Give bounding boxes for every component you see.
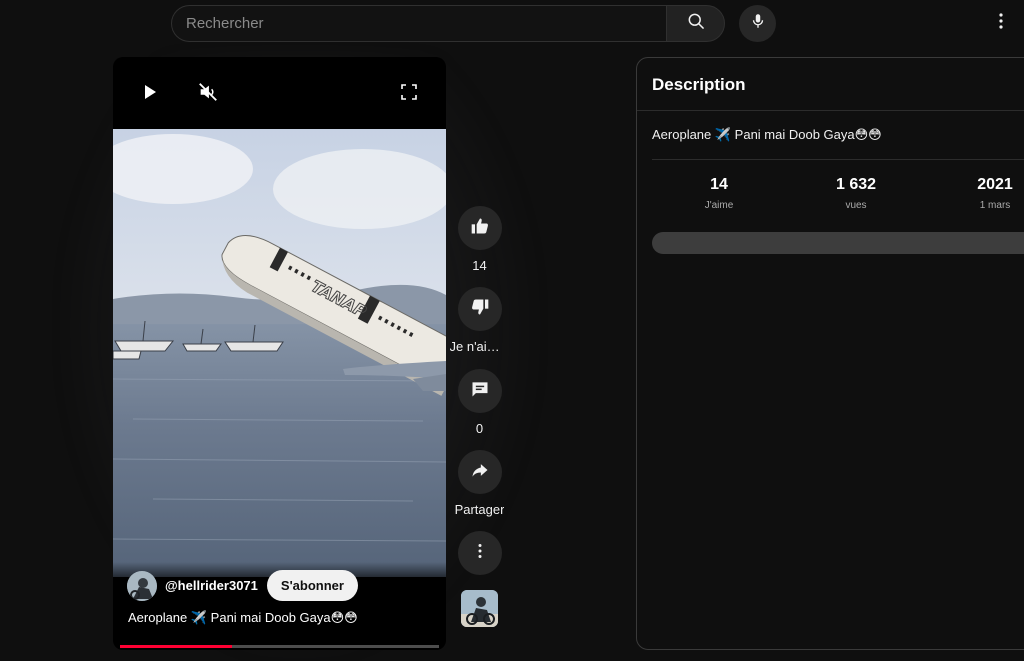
more-action [452,531,507,575]
channel-name[interactable]: @hellrider3071 [165,578,258,593]
more-vert-icon [998,12,1004,35]
play-icon [142,83,158,106]
share-icon [470,460,490,485]
stat-value: 2021 [977,176,1013,193]
more-actions-button[interactable] [457,531,502,575]
stat-label: vues [845,200,867,211]
comment-icon [470,379,490,404]
description-header: Description [652,75,746,94]
stat-value: 14 [710,176,728,193]
stat-views: 1 632 vues [811,176,901,211]
search-button[interactable] [666,5,725,42]
progress-fill [120,645,232,648]
channel-avatar[interactable] [127,570,157,601]
share-action: Partager [452,450,507,517]
player-controls [113,57,446,129]
subscribe-button[interactable]: S'abonner [266,570,358,601]
comment-action: 0 [452,369,507,436]
like-button[interactable] [457,206,502,250]
dislike-action: Je n'aime pas [449,287,510,354]
shorts-player[interactable]: TANAP @hellrider3071 S'abonner Aeroplane… [113,57,446,650]
search-input[interactable] [171,5,666,42]
volume-off-icon [197,81,219,108]
dislike-label: Je n'aime pas [449,339,510,354]
more-options-button[interactable] [988,10,1014,36]
fullscreen-icon [400,83,418,106]
stat-label: 1 mars [979,200,1011,211]
search-bar [171,5,725,42]
mute-button[interactable] [193,79,223,109]
stat-likes: 14 J'aime [674,176,764,211]
more-vert-icon [477,543,483,564]
voice-search-button[interactable] [739,5,776,42]
sound-thumbnail[interactable] [461,590,498,627]
divider [652,159,1024,160]
stat-date: 2021 1 mars [950,176,1024,211]
like-action: 14 [452,206,507,273]
search-icon [686,11,706,36]
divider [637,110,1024,111]
fullscreen-button[interactable] [394,79,424,109]
comment-count: 0 [475,421,484,436]
share-label: Partager [454,502,505,517]
microphone-icon [749,12,767,35]
channel-row: @hellrider3071 S'abonner [127,570,358,601]
description-panel: Description Aeroplane ✈️ Pani mai Doob G… [636,57,1024,650]
dislike-button[interactable] [457,287,502,331]
like-count: 14 [472,258,487,273]
stat-value: 1 632 [835,176,877,193]
share-button[interactable] [457,450,502,494]
video-frame[interactable]: TANAP [113,129,446,577]
video-title: Aeroplane ✈️ Pani mai Doob Gaya😳😳 [128,610,358,625]
description-text: Aeroplane ✈️ Pani mai Doob Gaya😳😳 [652,127,882,142]
comment-button[interactable] [457,369,502,413]
stat-label: J'aime [704,200,734,211]
thumbs-up-icon [470,216,490,241]
progress-bar[interactable] [120,645,439,648]
thumbs-down-icon [470,297,490,322]
description-placeholder-bar [652,232,1024,254]
play-button[interactable] [135,79,165,109]
